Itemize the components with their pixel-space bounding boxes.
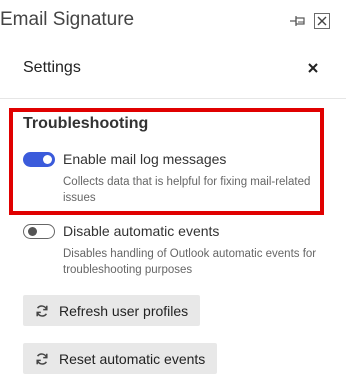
toggle-knob xyxy=(28,227,37,236)
close-icon[interactable] xyxy=(306,61,320,75)
mail-log-label[interactable]: Enable mail log messages xyxy=(63,151,226,167)
toggle-knob xyxy=(43,155,52,164)
section-title: Troubleshooting xyxy=(23,115,149,132)
mail-log-toggle[interactable] xyxy=(23,152,55,167)
reset-button-label: Reset automatic events xyxy=(59,350,206,367)
automatic-events-description: Disables handling of Outlook automatic e… xyxy=(63,248,317,276)
divider xyxy=(0,98,346,99)
reset-automatic-events-button[interactable]: Reset automatic events xyxy=(23,343,218,374)
pane-title: Email Signature xyxy=(0,9,135,30)
automatic-events-label[interactable]: Disable automatic events xyxy=(63,223,219,239)
settings-title: Settings xyxy=(23,59,81,76)
refresh-icon xyxy=(36,304,48,317)
automatic-events-toggle[interactable] xyxy=(23,224,55,239)
refresh-icon xyxy=(36,352,48,365)
refresh-user-profiles-button[interactable]: Refresh user profiles xyxy=(23,295,201,326)
mail-log-description: Collects data that is helpful for fixing… xyxy=(63,176,311,204)
pin-icon[interactable] xyxy=(289,13,307,29)
email-signature-pane: Email Signature Settings Troubleshooting… xyxy=(0,0,346,379)
refresh-button-label: Refresh user profiles xyxy=(59,302,189,319)
close-icon[interactable] xyxy=(314,13,330,29)
